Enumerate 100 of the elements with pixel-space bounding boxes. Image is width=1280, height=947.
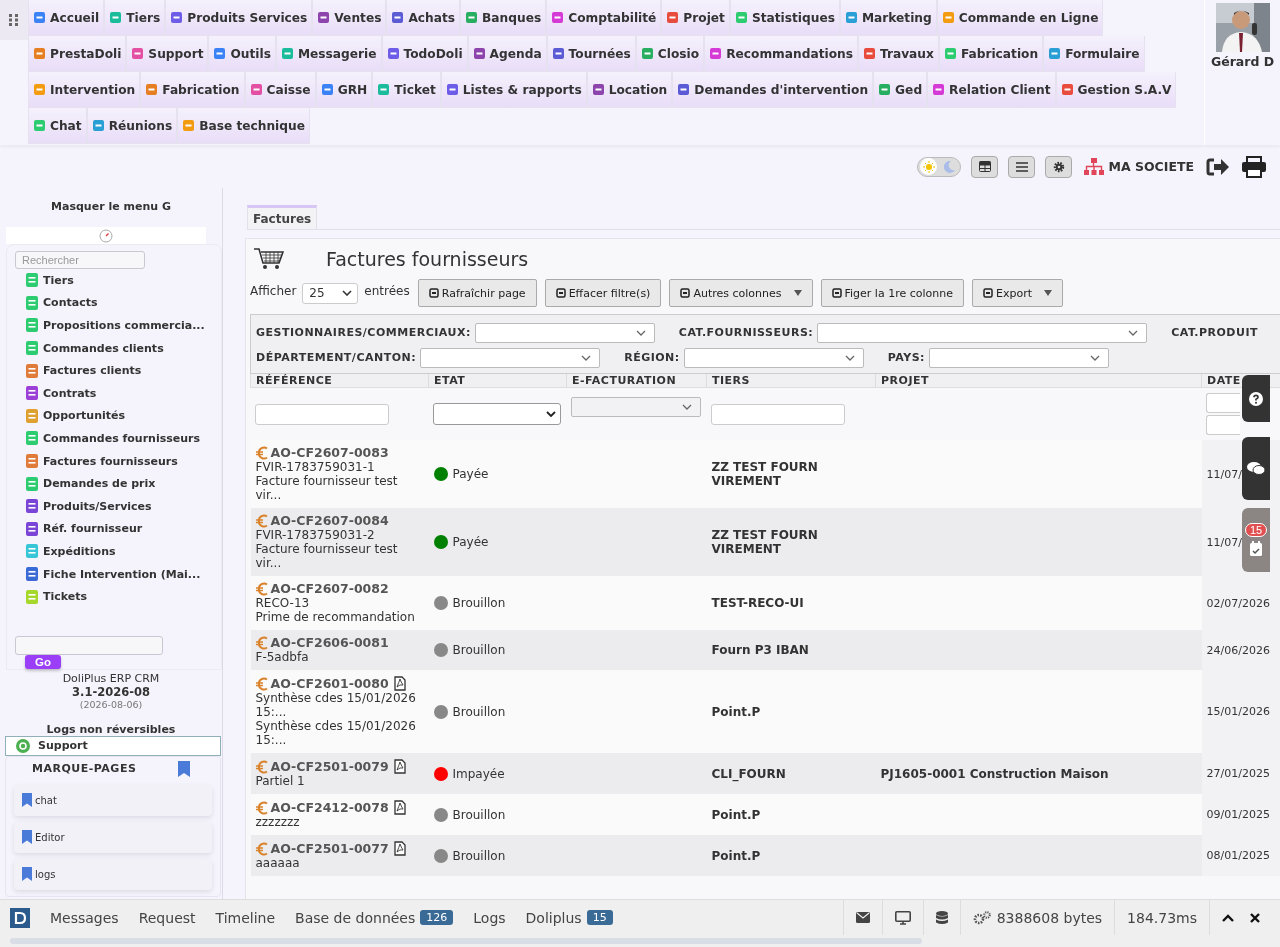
column-header[interactable]: PROJET [881, 374, 929, 387]
search-field[interactable]: Rechercher [15, 251, 145, 269]
pdf-icon[interactable] [393, 676, 406, 691]
sidebar-item[interactable]: Produits/Services [15, 494, 152, 518]
menu-tab[interactable]: Statistiques [729, 0, 840, 36]
settings-button[interactable] [1045, 155, 1073, 178]
menu-tab[interactable]: Demandes d'intervention [672, 72, 874, 108]
menu-tab[interactable]: Agenda [467, 36, 547, 72]
sidebar-item[interactable]: Contacts [15, 291, 98, 315]
menu-tab[interactable]: Fabrication [140, 72, 245, 108]
date-filter-field[interactable] [1205, 393, 1240, 413]
menu-tab[interactable]: TodoDoli [381, 36, 468, 72]
sidebar-item[interactable]: Factures clients [15, 359, 142, 382]
menu-tab[interactable]: Commande en Ligne [936, 0, 1104, 36]
sidebar-item[interactable]: Expéditions [15, 540, 116, 563]
hide-menu-link[interactable]: Masquer le menu G [51, 200, 171, 213]
debug-tab[interactable]: Logs [463, 909, 516, 926]
menu-tab[interactable]: Caisse [244, 72, 316, 108]
menu-tab[interactable]: Fabrication [938, 36, 1044, 72]
apps-grid-icon[interactable] [9, 14, 19, 26]
sidebar-item[interactable]: Demandes de prix [15, 472, 156, 495]
toolbar-button[interactable]: Figer la 1re colonne [820, 279, 964, 307]
debug-tab[interactable]: Request [128, 909, 206, 926]
menu-tab[interactable]: Banques [460, 0, 547, 36]
menu-tab[interactable]: Ventes [312, 0, 387, 36]
supplier-name[interactable]: TEST-RECO-UI [711, 596, 871, 610]
sidebar-item[interactable]: Tiers [15, 269, 74, 292]
menu-tab[interactable]: Tournées [546, 36, 636, 72]
user-name[interactable]: Gérard D [1210, 54, 1275, 69]
sidebar-item[interactable]: Commandes fournisseurs [15, 427, 201, 450]
bookmark-item[interactable]: Editor [14, 821, 212, 853]
date-filter-field[interactable] [1205, 415, 1240, 435]
invoice-link[interactable]: AO-CF2607-0082 [270, 582, 389, 596]
invoice-link[interactable]: AO-CF2412-0078 [270, 800, 389, 815]
help-button[interactable] [1242, 375, 1270, 422]
menu-tab[interactable]: Marketing [839, 0, 937, 36]
supplier-name[interactable]: Point.P [711, 704, 871, 719]
menu-tab[interactable]: Ged [873, 72, 928, 108]
menu-tab[interactable]: GRH [315, 72, 373, 108]
invoice-link[interactable]: AO-CF2501-0077 [270, 841, 389, 856]
pdf-icon[interactable] [393, 759, 406, 774]
calendar-button[interactable]: 15 [1242, 508, 1270, 572]
tab[interactable]: Factures [247, 205, 318, 229]
menu-tab[interactable]: Comptabilité [546, 0, 662, 36]
menu-tab[interactable]: Base technique [177, 108, 310, 144]
menu-tab[interactable]: Travaux [857, 36, 939, 72]
theme-toggle[interactable] [917, 156, 962, 177]
supplier-name[interactable]: Point.P [711, 807, 871, 822]
invoice-link[interactable]: AO-CF2606-0081 [270, 636, 389, 650]
menu-tab[interactable]: Accueil [28, 0, 105, 36]
bookmark-item[interactable]: logs [14, 858, 212, 890]
menu-tab[interactable]: Recommandations [704, 36, 858, 72]
menu-tab[interactable]: Closio [635, 36, 705, 72]
menu-tab[interactable]: Produits Services [165, 0, 313, 36]
print-icon[interactable] [1242, 155, 1266, 178]
sidebar-item[interactable]: Contrats [15, 381, 97, 405]
toolbar-button[interactable]: Rafraîchir page [417, 279, 537, 307]
sidebar-item[interactable]: Factures fournisseurs [15, 449, 178, 473]
invoice-link[interactable]: AO-CF2607-0083 [270, 446, 389, 460]
menu-tab[interactable]: Support [126, 36, 209, 72]
status-filter-select[interactable] [432, 403, 561, 425]
menu-tab[interactable]: Chat [28, 108, 87, 144]
debug-tab[interactable]: Doliplus 15 [515, 909, 623, 926]
menu-tab[interactable]: Projet [661, 0, 730, 36]
input-field[interactable] [15, 635, 163, 655]
menu-tab[interactable]: Intervention [28, 72, 141, 108]
debug-tab[interactable]: Messages [40, 909, 129, 926]
sidebar-item[interactable]: Fiche Intervention (Mai... [15, 562, 201, 586]
logout-icon[interactable] [1206, 156, 1230, 177]
debug-logo[interactable] [10, 907, 30, 928]
company-name[interactable]: MA SOCIETE [1108, 159, 1194, 174]
third-party-filter-field[interactable] [710, 403, 845, 425]
menu-tab[interactable]: Réunions [86, 108, 178, 144]
menu-tab[interactable]: Achats [386, 0, 461, 36]
sidebar-item[interactable]: Réf. fournisseur [15, 517, 143, 541]
bookmark-item[interactable]: chat [14, 784, 212, 816]
table-view-button[interactable] [971, 155, 999, 178]
toolbar-button[interactable]: Effacer filtre(s) [544, 279, 662, 307]
menu-tab[interactable]: Outils [208, 36, 276, 72]
chat-button[interactable] [1242, 437, 1270, 500]
invoice-link[interactable]: AO-CF2607-0084 [270, 514, 389, 528]
menu-button[interactable] [1008, 155, 1036, 178]
reference-filter-field[interactable] [254, 403, 389, 425]
supplier-name[interactable]: ZZ TEST FOURN VIREMENT [711, 460, 871, 488]
invoice-link[interactable]: AO-CF2501-0079 [270, 759, 389, 774]
sidebar-item[interactable]: Tickets [15, 585, 88, 608]
invoice-link[interactable]: AO-CF2601-0080 [270, 676, 389, 691]
sidebar-item[interactable]: Propositions commercia... [15, 314, 205, 337]
debug-tab[interactable]: Timeline [205, 909, 286, 926]
menu-tab[interactable]: Formulaire [1043, 36, 1145, 72]
toolbar-button[interactable]: Autres colonnes [669, 279, 813, 307]
pdf-icon[interactable] [393, 841, 406, 856]
menu-tab[interactable]: Ticket [372, 72, 441, 108]
menu-tab[interactable]: PrestaDoli [28, 36, 127, 72]
debug-tab[interactable]: Base de données 126 [285, 909, 464, 926]
page-size-select[interactable]: 25 [302, 282, 359, 304]
menu-tab[interactable]: Relation Client [927, 72, 1056, 108]
toolbar-button[interactable]: Export [971, 279, 1063, 307]
menu-tab[interactable]: Listes & rapports [440, 72, 587, 108]
pdf-icon[interactable] [393, 800, 406, 815]
